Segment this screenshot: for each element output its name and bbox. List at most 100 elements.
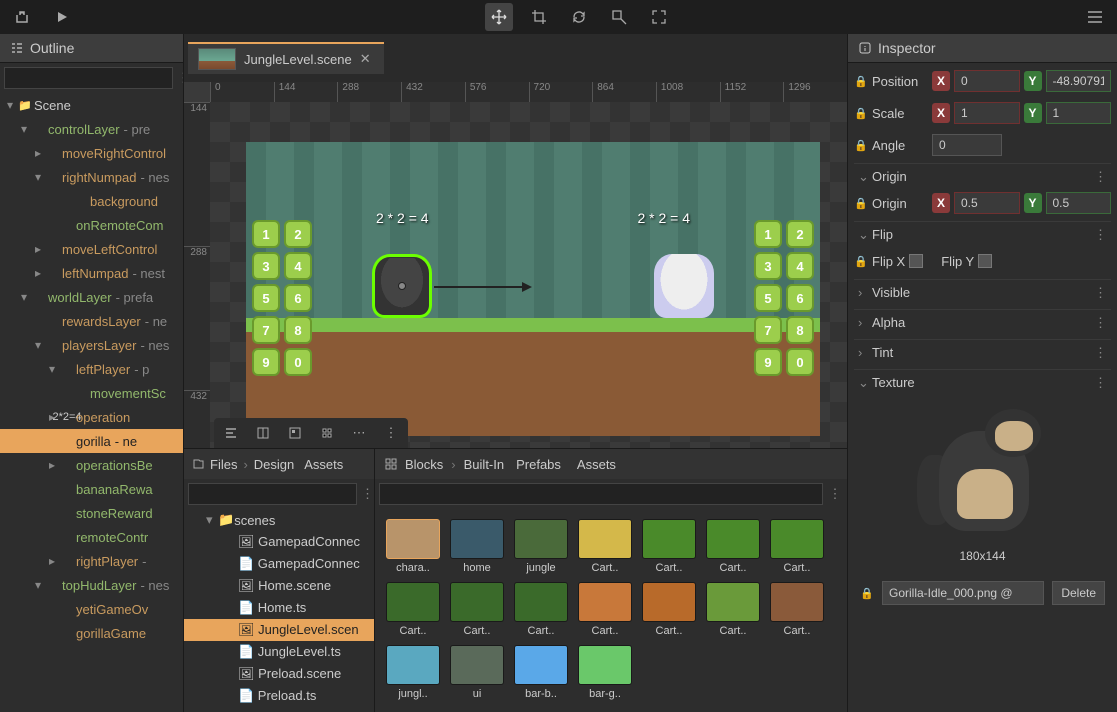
crumb-files[interactable]: Files — [210, 457, 237, 472]
asset-item[interactable]: bar-b.. — [513, 645, 569, 700]
file-item[interactable]: ▸📁 script-nodes-basic — [184, 707, 374, 712]
menu-dots-icon[interactable]: ⋮ — [378, 421, 404, 445]
asset-item[interactable]: Cart.. — [705, 519, 761, 574]
numpad-key[interactable]: 5 — [754, 284, 782, 312]
scene-tab[interactable]: JungleLevel.scene ✕ — [188, 42, 384, 74]
select-tool-icon[interactable] — [605, 3, 633, 31]
move-tool-icon[interactable] — [485, 3, 513, 31]
numpad-key[interactable]: 1 — [252, 220, 280, 248]
scale-x-input[interactable] — [954, 102, 1020, 124]
asset-item[interactable]: ui — [449, 645, 505, 700]
tree-item[interactable]: ▸moveLeftControl — [0, 237, 183, 261]
outline-more-icon[interactable]: ⋮ — [177, 67, 184, 89]
open-file-icon[interactable] — [8, 3, 36, 31]
grid-icon[interactable] — [314, 421, 340, 445]
position-y-input[interactable] — [1046, 70, 1112, 92]
tree-item[interactable]: bananaRewa — [0, 477, 183, 501]
crumb-blocks[interactable]: Blocks — [405, 457, 443, 472]
asset-item[interactable]: Cart.. — [769, 519, 825, 574]
section-more-icon[interactable]: ⋮ — [1094, 375, 1107, 391]
crumb-assets[interactable]: Assets — [304, 457, 343, 472]
tree-item[interactable]: background — [0, 189, 183, 213]
flip-section-header[interactable]: ⌄ Flip ⋮ — [854, 221, 1111, 247]
tint-section-header[interactable]: › Tint ⋮ — [854, 339, 1111, 365]
files-filter-input[interactable] — [188, 483, 357, 505]
scene-canvas[interactable]: 0144288432576720864100811521296 14428843… — [184, 82, 847, 448]
crumb-builtin[interactable]: Built-In — [464, 457, 504, 472]
file-item[interactable]: 📄 JungleLevel.ts — [184, 641, 374, 663]
asset-item[interactable]: Cart.. — [769, 582, 825, 637]
tree-item[interactable]: remoteContr — [0, 525, 183, 549]
yeti-sprite[interactable] — [654, 254, 714, 318]
translate-gizmo[interactable] — [434, 286, 524, 288]
frame-icon[interactable] — [282, 421, 308, 445]
numpad-key[interactable]: 8 — [786, 316, 814, 344]
numpad-key[interactable]: 5 — [252, 284, 280, 312]
more-icon[interactable]: ⋯ — [346, 421, 372, 445]
numpad-key[interactable]: 2 — [284, 220, 312, 248]
alpha-section-header[interactable]: › Alpha ⋮ — [854, 309, 1111, 335]
tree-item[interactable]: ▾rightNumpad - nes — [0, 165, 183, 189]
asset-item[interactable]: jungl.. — [385, 645, 441, 700]
asset-item[interactable]: home — [449, 519, 505, 574]
lock-icon[interactable]: 🔒 — [854, 255, 868, 268]
outline-filter-input[interactable] — [4, 67, 173, 89]
tree-item[interactable]: gorilla - ne — [0, 429, 183, 453]
section-more-icon[interactable]: ⋮ — [1094, 285, 1107, 301]
tree-item[interactable]: ▸2*2=4 operation — [0, 405, 183, 429]
section-more-icon[interactable]: ⋮ — [1094, 227, 1107, 243]
asset-item[interactable]: chara.. — [385, 519, 441, 574]
asset-item[interactable]: Cart.. — [641, 582, 697, 637]
numpad-key[interactable]: 7 — [252, 316, 280, 344]
section-more-icon[interactable]: ⋮ — [1094, 169, 1107, 185]
tree-item[interactable]: stoneReward — [0, 501, 183, 525]
refresh-tool-icon[interactable] — [565, 3, 593, 31]
tree-item[interactable]: ▾leftPlayer - p — [0, 357, 183, 381]
files-more-icon[interactable]: ⋮ — [361, 483, 374, 505]
fullscreen-tool-icon[interactable] — [645, 3, 673, 31]
play-icon[interactable] — [48, 3, 76, 31]
tree-item[interactable]: ▸operationsBe — [0, 453, 183, 477]
crumb-design[interactable]: Design — [254, 457, 294, 472]
flipx-checkbox[interactable] — [909, 254, 923, 268]
origin-section-header[interactable]: ⌄ Origin ⋮ — [854, 163, 1111, 189]
numpad-key[interactable]: 4 — [284, 252, 312, 280]
crop-tool-icon[interactable] — [525, 3, 553, 31]
lock-icon[interactable]: 🔒 — [854, 197, 868, 210]
numpad-key[interactable]: 3 — [754, 252, 782, 280]
asset-item[interactable]: jungle — [513, 519, 569, 574]
origin-x-input[interactable] — [954, 192, 1020, 214]
tree-item[interactable]: ▸moveRightControl — [0, 141, 183, 165]
section-more-icon[interactable]: ⋮ — [1094, 315, 1107, 331]
tree-item[interactable]: yetiGameOv — [0, 597, 183, 621]
numpad-key[interactable]: 6 — [284, 284, 312, 312]
blocks-filter-input[interactable] — [379, 483, 823, 505]
scale-y-input[interactable] — [1046, 102, 1112, 124]
folder-scenes[interactable]: ▾ 📁 scenes — [184, 509, 374, 531]
numpad-key[interactable]: 8 — [284, 316, 312, 344]
blocks-more-icon[interactable]: ⋮ — [827, 483, 843, 505]
file-item[interactable]: 📄 Preload.ts — [184, 685, 374, 707]
asset-item[interactable]: bar-g.. — [577, 645, 633, 700]
numpad-key[interactable]: 9 — [252, 348, 280, 376]
file-item[interactable]: 📄 GamepadConnec — [184, 553, 374, 575]
align-left-icon[interactable] — [218, 421, 244, 445]
asset-item[interactable]: Cart.. — [513, 582, 569, 637]
game-view[interactable]: 1234567890 1234567890 2 * 2 = 4 2 * 2 = … — [246, 142, 820, 436]
crumb-assets2[interactable]: Assets — [577, 457, 616, 472]
numpad-key[interactable]: 7 — [754, 316, 782, 344]
menu-icon[interactable] — [1081, 3, 1109, 31]
delete-button[interactable]: Delete — [1052, 581, 1105, 605]
file-item[interactable]: 🖼 Home.scene — [184, 575, 374, 597]
lock-icon[interactable]: 🔒 — [860, 587, 874, 600]
texture-name-field[interactable]: Gorilla-Idle_000.png @ — [882, 581, 1044, 605]
tree-item[interactable]: gorillaGame — [0, 621, 183, 645]
position-x-input[interactable] — [954, 70, 1020, 92]
tree-item[interactable]: movementSc — [0, 381, 183, 405]
numpad-key[interactable]: 2 — [786, 220, 814, 248]
flipy-checkbox[interactable] — [978, 254, 992, 268]
tree-item[interactable]: ▸rightPlayer - — [0, 549, 183, 573]
numpad-key[interactable]: 1 — [754, 220, 782, 248]
crumb-prefabs[interactable]: Prefabs — [516, 457, 561, 472]
close-icon[interactable]: ✕ — [360, 51, 371, 67]
